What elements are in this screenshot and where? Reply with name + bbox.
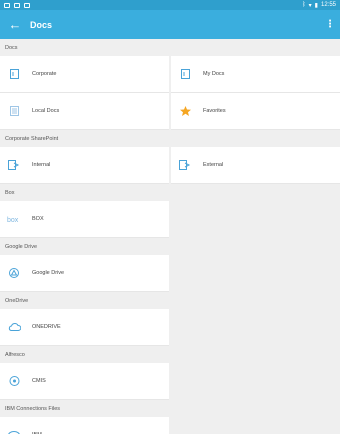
repository-label: Corporate [32, 71, 57, 77]
repository-item-my-docs[interactable]: My Docs [171, 56, 340, 93]
star-icon [178, 106, 192, 116]
section-header: Docs [0, 39, 340, 56]
grid-row: CMIS [0, 363, 340, 400]
empty-cell [169, 417, 338, 434]
folder-doc-icon [178, 69, 192, 79]
folder-doc-icon [7, 69, 21, 79]
section-header: OneDrive [0, 292, 340, 309]
empty-cell [169, 309, 338, 346]
notification-icon [4, 2, 10, 8]
repository-item-cmis[interactable]: CMIS [0, 363, 169, 400]
empty-cell [169, 363, 338, 400]
grid-row: ONEDRIVE [0, 309, 340, 346]
image-notification-icon [14, 2, 20, 8]
grid-row: Google Drive [0, 255, 340, 292]
repository-item-corporate[interactable]: Corporate [0, 56, 169, 93]
grid-row: Internal External [0, 147, 340, 184]
clock: 12:55 [320, 2, 336, 8]
sharepoint-icon [7, 160, 21, 170]
grid-row: IBM [0, 417, 340, 434]
repository-label: BOX [32, 216, 44, 222]
section-header: IBM Connections Files [0, 400, 340, 417]
app-bar: ← Docs ⋮ [0, 10, 340, 39]
local-docs-icon [7, 106, 21, 116]
more-options-icon[interactable]: ⋮ [320, 19, 340, 30]
svg-text:box: box [7, 217, 19, 223]
ibm-icon [7, 430, 21, 434]
sd-card-icon [24, 2, 30, 8]
grid-row: box BOX [0, 201, 340, 238]
empty-cell [169, 201, 338, 238]
repository-label: External [203, 162, 224, 168]
repository-item-local-docs[interactable]: Local Docs [0, 93, 169, 130]
grid-row: Local Docs Favorites [0, 93, 340, 130]
section-header: Alfresco [0, 346, 340, 363]
box-icon: box [7, 214, 21, 224]
repository-item-box[interactable]: box BOX [0, 201, 169, 238]
section-header: Google Drive [0, 238, 340, 255]
empty-cell [169, 255, 338, 292]
repository-item-internal[interactable]: Internal [0, 147, 169, 184]
status-bar: ᛒ ▾ ▮ 12:55 [0, 0, 340, 10]
repository-label: My Docs [203, 71, 225, 77]
alfresco-icon [7, 376, 21, 386]
bluetooth-icon: ᛒ [302, 2, 306, 8]
google-drive-icon [7, 268, 21, 278]
battery-icon: ▮ [314, 2, 318, 9]
section-header: Box [0, 184, 340, 201]
docs-list: Docs Corporate My Docs Local Docs Favorites C… [0, 39, 340, 434]
repository-label: CMIS [32, 378, 46, 384]
repository-label: Google Drive [32, 270, 65, 276]
repository-label: Favorites [203, 108, 226, 114]
sharepoint-icon [178, 160, 192, 170]
repository-item-google-drive[interactable]: Google Drive [0, 255, 169, 292]
back-arrow-icon[interactable]: ← [0, 17, 30, 32]
page-title: Docs [30, 19, 53, 30]
repository-item-ibm[interactable]: IBM [0, 417, 169, 434]
repository-label: Local Docs [32, 108, 60, 114]
repository-item-onedrive[interactable]: ONEDRIVE [0, 309, 169, 346]
wifi-icon: ▾ [308, 2, 312, 9]
grid-row: Corporate My Docs [0, 56, 340, 93]
cloud-icon [7, 322, 21, 332]
repository-label: ONEDRIVE [32, 324, 61, 330]
repository-item-favorites[interactable]: Favorites [171, 93, 340, 130]
repository-item-external[interactable]: External [171, 147, 340, 184]
section-header: Corporate SharePoint [0, 130, 340, 147]
repository-label: Internal [32, 162, 51, 168]
